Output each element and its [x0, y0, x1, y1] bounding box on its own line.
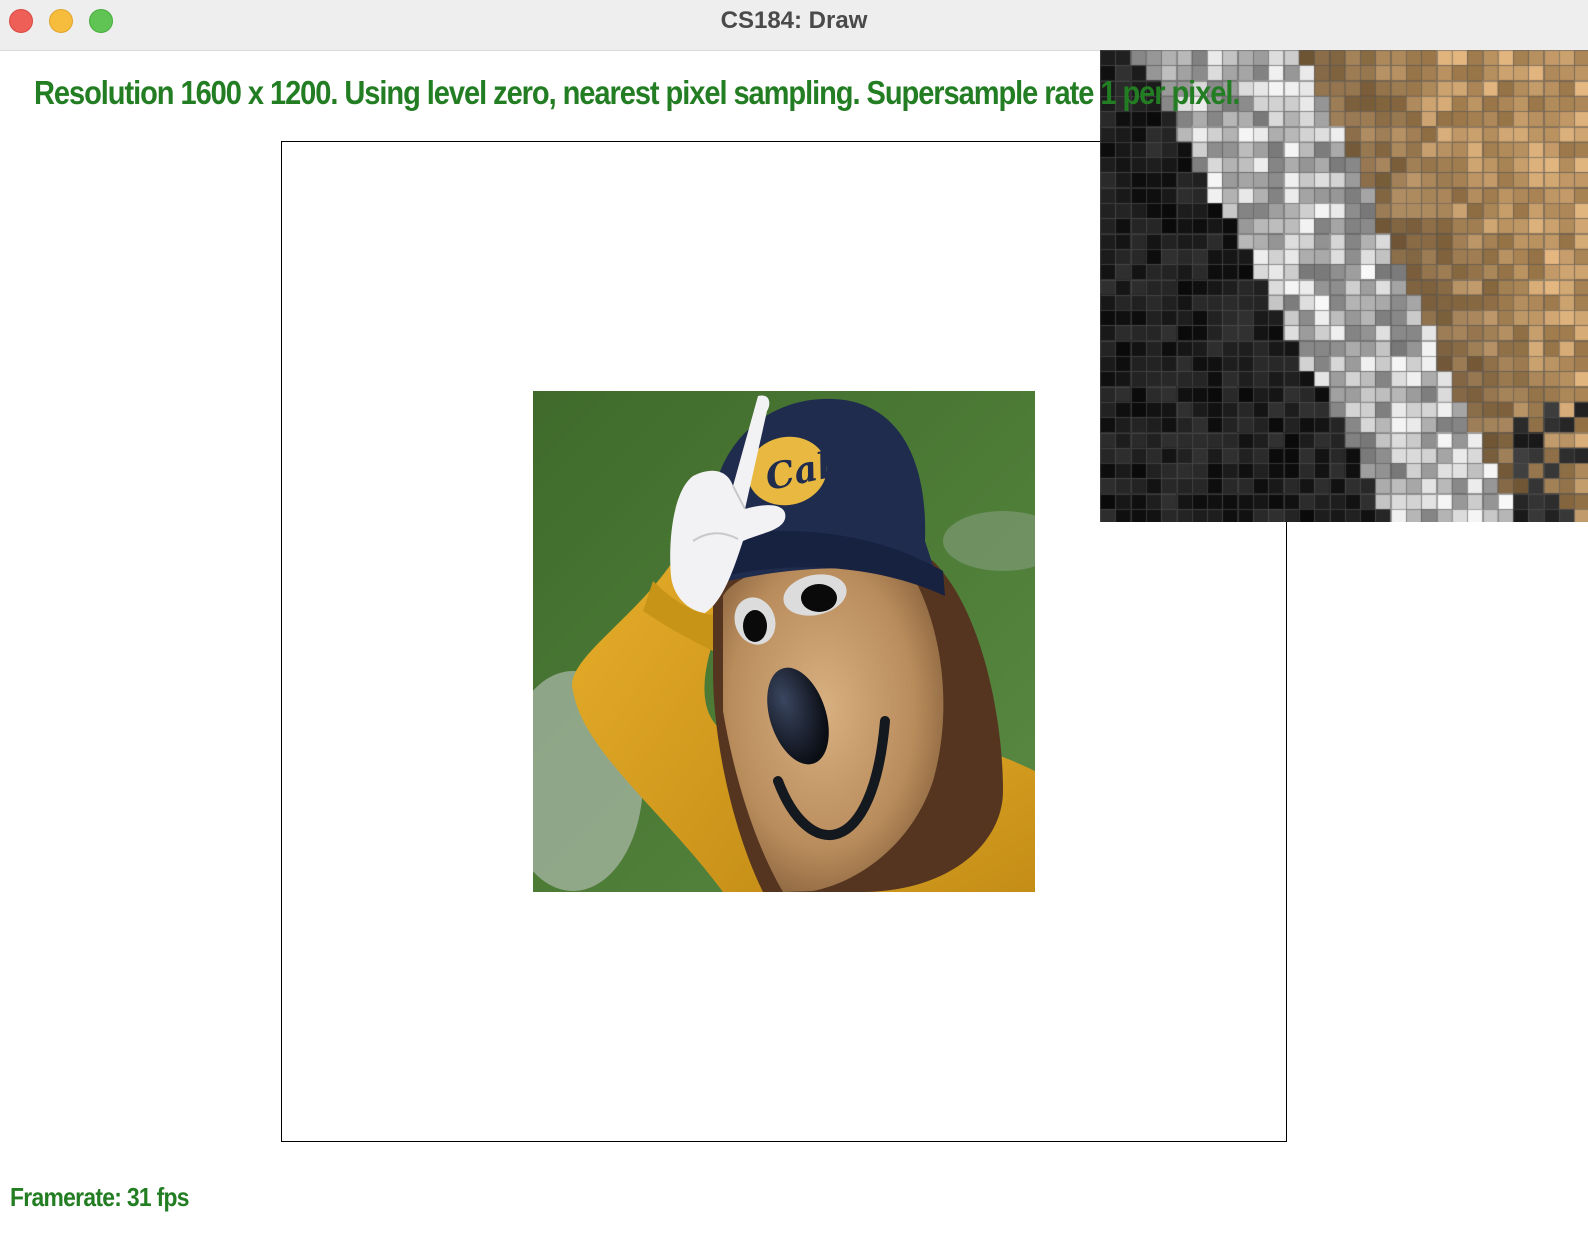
zoom-pixel-grid: [1100, 50, 1588, 522]
pixel-zoom-inset: [1100, 50, 1588, 522]
status-message: Resolution 1600 x 1200. Using level zero…: [34, 74, 1240, 111]
title-bar[interactable]: CS184: Draw: [0, 0, 1588, 51]
app-window: CS184: Draw Cal Resolution 1600 x 1200. …: [0, 0, 1588, 1244]
framerate-label: Framerate: 31 fps: [10, 1182, 189, 1212]
mascot-texture: Cal: [533, 391, 1035, 892]
window-title: CS184: Draw: [720, 7, 868, 34]
